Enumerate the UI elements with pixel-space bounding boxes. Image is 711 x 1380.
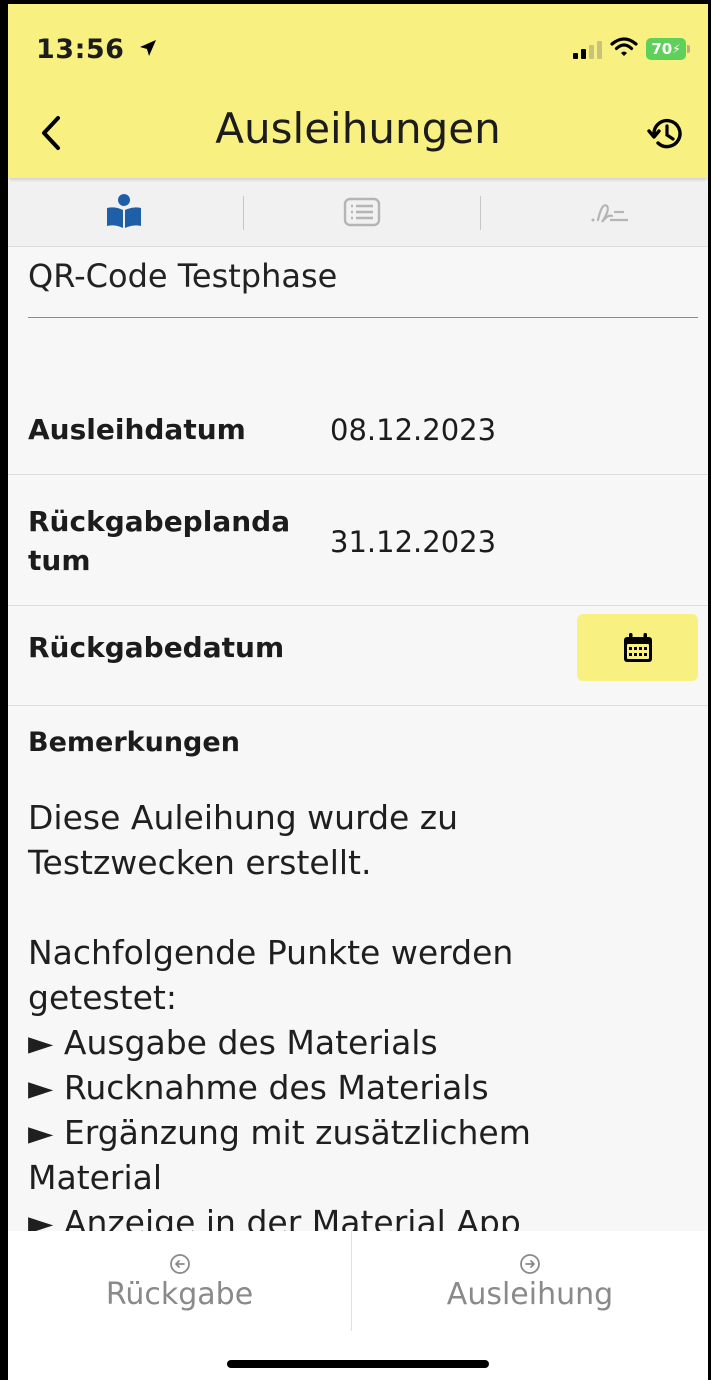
return-date-label: Rückgabedatum	[28, 631, 285, 664]
tab-separator	[480, 196, 481, 230]
tab-list[interactable]	[342, 192, 382, 232]
app-header: 13:56 70 ⚡ Ausleihungen	[8, 4, 708, 178]
tab-details[interactable]	[104, 192, 144, 232]
frame-border-left	[0, 0, 8, 1380]
remarks-text: Diese Auleihung wurde zu Testzwecken ers…	[28, 798, 531, 1231]
status-indicators: 70 ⚡	[573, 36, 690, 62]
remarks-label: Bemerkungen	[28, 727, 240, 758]
loan-detail-content: QR-Code Testphase Ausleihdatum 08.12.202…	[8, 247, 708, 1231]
arrow-circle-right-icon	[520, 1254, 540, 1274]
history-icon	[647, 118, 682, 149]
home-indicator[interactable]	[227, 1360, 489, 1368]
reader-icon	[107, 194, 141, 228]
signature-icon	[591, 204, 628, 223]
wifi-icon	[610, 36, 638, 62]
row-separator	[8, 474, 708, 475]
row-separator	[8, 605, 708, 606]
tab-separator	[243, 196, 244, 230]
location-arrow-icon	[138, 34, 158, 65]
tab-signature[interactable]	[590, 192, 630, 232]
loan-title: QR-Code Testphase	[28, 257, 338, 295]
tab-bar	[8, 182, 708, 247]
calendar-icon	[623, 632, 652, 662]
list-icon	[343, 197, 381, 227]
return-button[interactable]: Rückgabe	[8, 1253, 351, 1312]
status-time-text: 13:56	[36, 34, 125, 65]
loan-date-label: Ausleihdatum	[28, 413, 246, 446]
planned-return-value: 31.12.2023	[330, 525, 497, 559]
loan-button[interactable]: Ausleihung	[352, 1253, 708, 1312]
planned-return-label: Rückgabeplanda tum	[28, 505, 291, 577]
return-button-label: Rückgabe	[105, 1277, 254, 1312]
title-underline	[28, 317, 698, 318]
app-screen: 13:56 70 ⚡ Ausleihungen QR-Code Testphas…	[0, 0, 711, 1380]
cell-signal-icon	[573, 39, 602, 59]
loan-date-value: 08.12.2023	[330, 413, 497, 447]
battery-level: 70	[651, 40, 673, 58]
row-separator	[8, 705, 708, 706]
status-time: 13:56	[36, 34, 158, 65]
loan-button-label: Ausleihung	[446, 1277, 614, 1312]
history-button[interactable]	[646, 114, 686, 154]
arrow-circle-left-icon	[169, 1254, 190, 1274]
page-title: Ausleihungen	[215, 104, 501, 153]
battery-icon: 70 ⚡	[646, 38, 690, 60]
bottom-action-bar: Rückgabe Ausleihung	[8, 1231, 708, 1380]
return-date-picker-button[interactable]	[577, 614, 698, 681]
